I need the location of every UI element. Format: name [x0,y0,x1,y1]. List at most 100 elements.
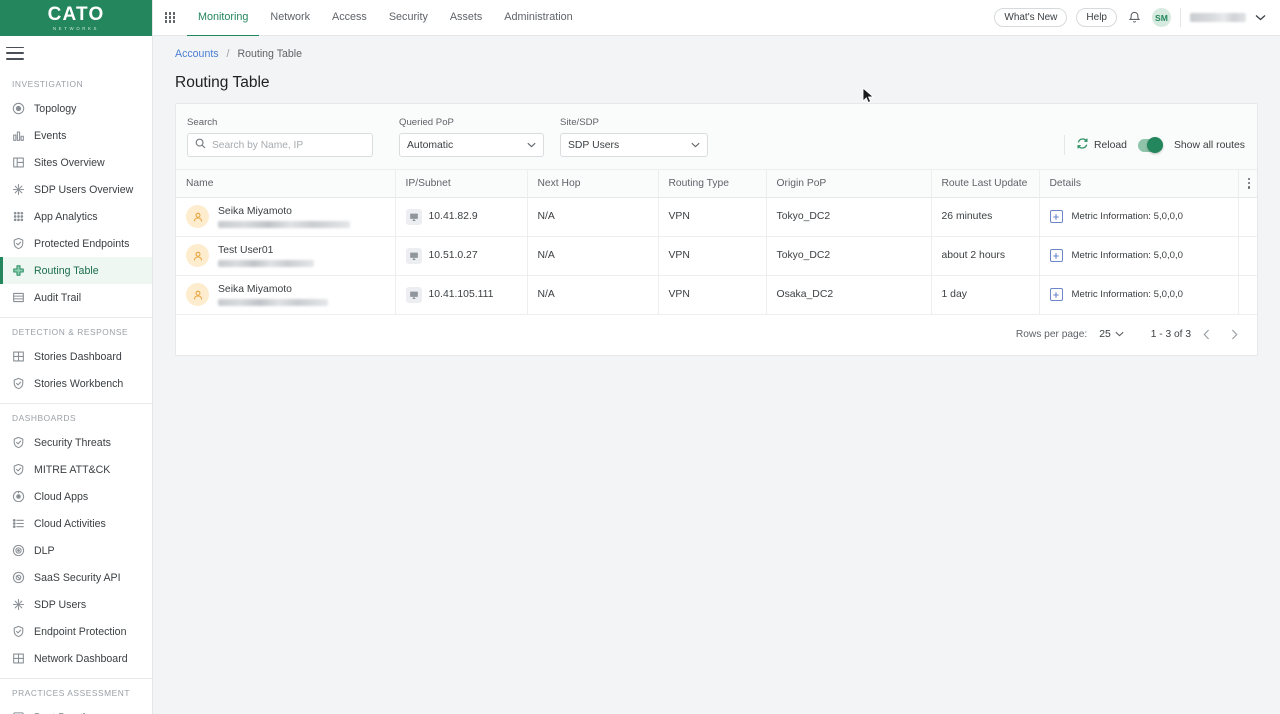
user-avatar-icon [186,244,209,267]
sidebar-item-network-dashboard[interactable]: Network Dashboard [0,645,152,672]
page-content: Accounts / Routing Table Routing Table S… [153,36,1280,714]
sidebar-nav: INVESTIGATION Topology Events Sites Overvie… [0,70,152,714]
sidebar-item-cloud-activities[interactable]: Cloud Activities [0,510,152,537]
sidebar-item-stories-workbench[interactable]: Stories Workbench [0,370,152,397]
column-header-next-hop[interactable]: Next Hop [527,170,659,198]
reload-button[interactable]: Reload [1076,137,1127,153]
grid-apps-icon[interactable] [153,12,187,23]
table-body: Seika Miyamoto 10.41.82.9 N/A VPN Tokyo_DC2 2… [176,197,1257,315]
expand-details-button[interactable] [1049,288,1063,301]
top-tabs: Monitoring Network Access Security Assets Adm… [187,0,584,37]
hamburger-icon[interactable] [6,46,24,60]
details-text: Metric Information: 5,0,0,0 [1071,289,1183,300]
tab-assets[interactable]: Assets [439,0,493,37]
expand-details-button[interactable] [1049,249,1063,262]
sidebar-item-app-analytics[interactable]: App Analytics [0,203,152,230]
table-row[interactable]: Test User01 10.51.0.27 N/A VPN Tokyo_DC2 abou… [176,236,1257,276]
help-button[interactable]: Help [1076,8,1117,27]
sidebar-item-mitre-att-ck[interactable]: MITRE ATT&CK [0,456,152,483]
cloud-apps-icon [12,490,25,503]
dashboard-grid-icon [12,652,25,665]
expand-details-button[interactable] [1049,210,1063,223]
table-header-row: Name IP/Subnet Next Hop Routing Type Origin … [176,170,1258,198]
table-options-button[interactable] [1238,170,1258,198]
chevron-down-icon[interactable] [1255,14,1266,21]
tab-administration[interactable]: Administration [493,0,583,37]
sidebar-item-saas-security-api[interactable]: SaaS Security API [0,564,152,591]
bell-icon[interactable] [1126,9,1143,26]
sidebar-item-label: Security Threats [34,436,111,449]
sidebar-item-label: Routing Table [34,264,99,277]
table-header: Name IP/Subnet Next Hop Routing Type Origin … [176,170,1258,198]
column-header-origin-pop[interactable]: Origin PoP [766,170,932,198]
search-input-field[interactable] [212,139,365,151]
sidebar-item-audit-trail[interactable]: Audit Trail [0,284,152,311]
tab-monitoring[interactable]: Monitoring [187,0,260,37]
chevron-down-icon [1115,329,1124,340]
sidebar-item-label: Events [34,129,67,142]
brand-subtitle: NETWORKS [52,25,100,31]
device-monitor-icon [405,208,422,225]
queried-pop-select[interactable]: Automatic [399,133,544,157]
column-header-ip-subnet[interactable]: IP/Subnet [395,170,528,198]
whats-new-button[interactable]: What's New [994,8,1068,27]
show-all-routes-toggle[interactable] [1137,137,1163,153]
cell-row-options [1238,197,1257,237]
next-page-button[interactable] [1221,322,1247,348]
sidebar-item-dlp[interactable]: DLP [0,537,152,564]
previous-page-button[interactable] [1193,322,1219,348]
sidebar-toggle[interactable] [0,36,152,70]
user-avatar[interactable]: SM [1152,8,1171,27]
sidebar-item-protected-endpoints[interactable]: Protected Endpoints [0,230,152,257]
list-lines-icon [12,291,25,304]
table-row[interactable]: Seika Miyamoto 10.41.105.111 N/A VPN Osaka_D… [176,275,1257,315]
device-monitor-icon [405,247,422,264]
sidebar-item-stories-dashboard[interactable]: Stories Dashboard [0,343,152,370]
sidebar-item-label: Protected Endpoints [34,237,130,250]
sidebar-item-endpoint-protection[interactable]: Endpoint Protection [0,618,152,645]
brand-logo[interactable]: CATO NETWORKS [0,0,152,36]
cell-origin-pop: Tokyo_DC2 [766,236,932,276]
page-range-text: 1 - 3 of 3 [1150,329,1191,340]
tab-network[interactable]: Network [259,0,321,37]
brand-name: CATO [47,3,105,25]
column-header-route-last-update[interactable]: Route Last Update [931,170,1040,198]
column-header-details[interactable]: Details [1039,170,1239,198]
table-row[interactable]: Seika Miyamoto 10.41.82.9 N/A VPN Tokyo_DC2 2… [176,197,1257,237]
sidebar-item-topology[interactable]: Topology [0,95,152,122]
more-vertical-icon[interactable] [1239,177,1258,189]
search-input[interactable] [187,133,373,157]
sidebar-item-label: Audit Trail [34,291,82,304]
sidebar-item-sdp-users-overview[interactable]: SDP Users Overview [0,176,152,203]
column-header-name[interactable]: Name [176,170,396,198]
sidebar-item-best-practices[interactable]: Best Practices [0,704,152,714]
tab-security[interactable]: Security [378,0,439,37]
cell-next-hop: N/A [527,275,659,315]
tab-access[interactable]: Access [321,0,378,37]
column-header-routing-type[interactable]: Routing Type [658,170,767,198]
sidebar-section-title: DASHBOARDS [12,413,77,423]
sidebar-item-routing-table[interactable]: Routing Table [0,257,152,284]
sidebar-item-security-threats[interactable]: Security Threats [0,429,152,456]
site-sdp-select[interactable]: SDP Users [560,133,708,157]
chevron-right-icon [1231,329,1238,340]
details-cell: Metric Information: 5,0,0,0 [1049,210,1228,223]
user-name-cell: Seika Miyamoto [186,205,385,228]
sidebar-item-label: App Analytics [34,210,98,223]
cell-next-hop: N/A [527,197,659,237]
sidebar-item-cloud-apps[interactable]: Cloud Apps [0,483,152,510]
filters-actions: Reload Show all routes [1064,135,1245,157]
sidebar-item-sites-overview[interactable]: Sites Overview [0,149,152,176]
cell-details: Metric Information: 5,0,0,0 [1039,236,1239,276]
ip-cell: 10.51.0.27 [405,247,517,264]
breadcrumb-accounts-link[interactable]: Accounts [175,48,219,60]
target-icon [12,544,25,557]
rows-per-page-select[interactable]: 25 [1099,329,1124,340]
sidebar-item-events[interactable]: Events [0,122,152,149]
sidebar: CATO NETWORKS INVESTIGATION Topology Event… [0,0,153,714]
cell-route-last-update: 1 day [931,275,1040,315]
table-pagination: Rows per page: 25 1 - 3 of 3 [176,314,1257,355]
shield-check-icon [12,237,25,250]
sidebar-item-sdp-users[interactable]: SDP Users [0,591,152,618]
shield-check-icon [12,463,25,476]
